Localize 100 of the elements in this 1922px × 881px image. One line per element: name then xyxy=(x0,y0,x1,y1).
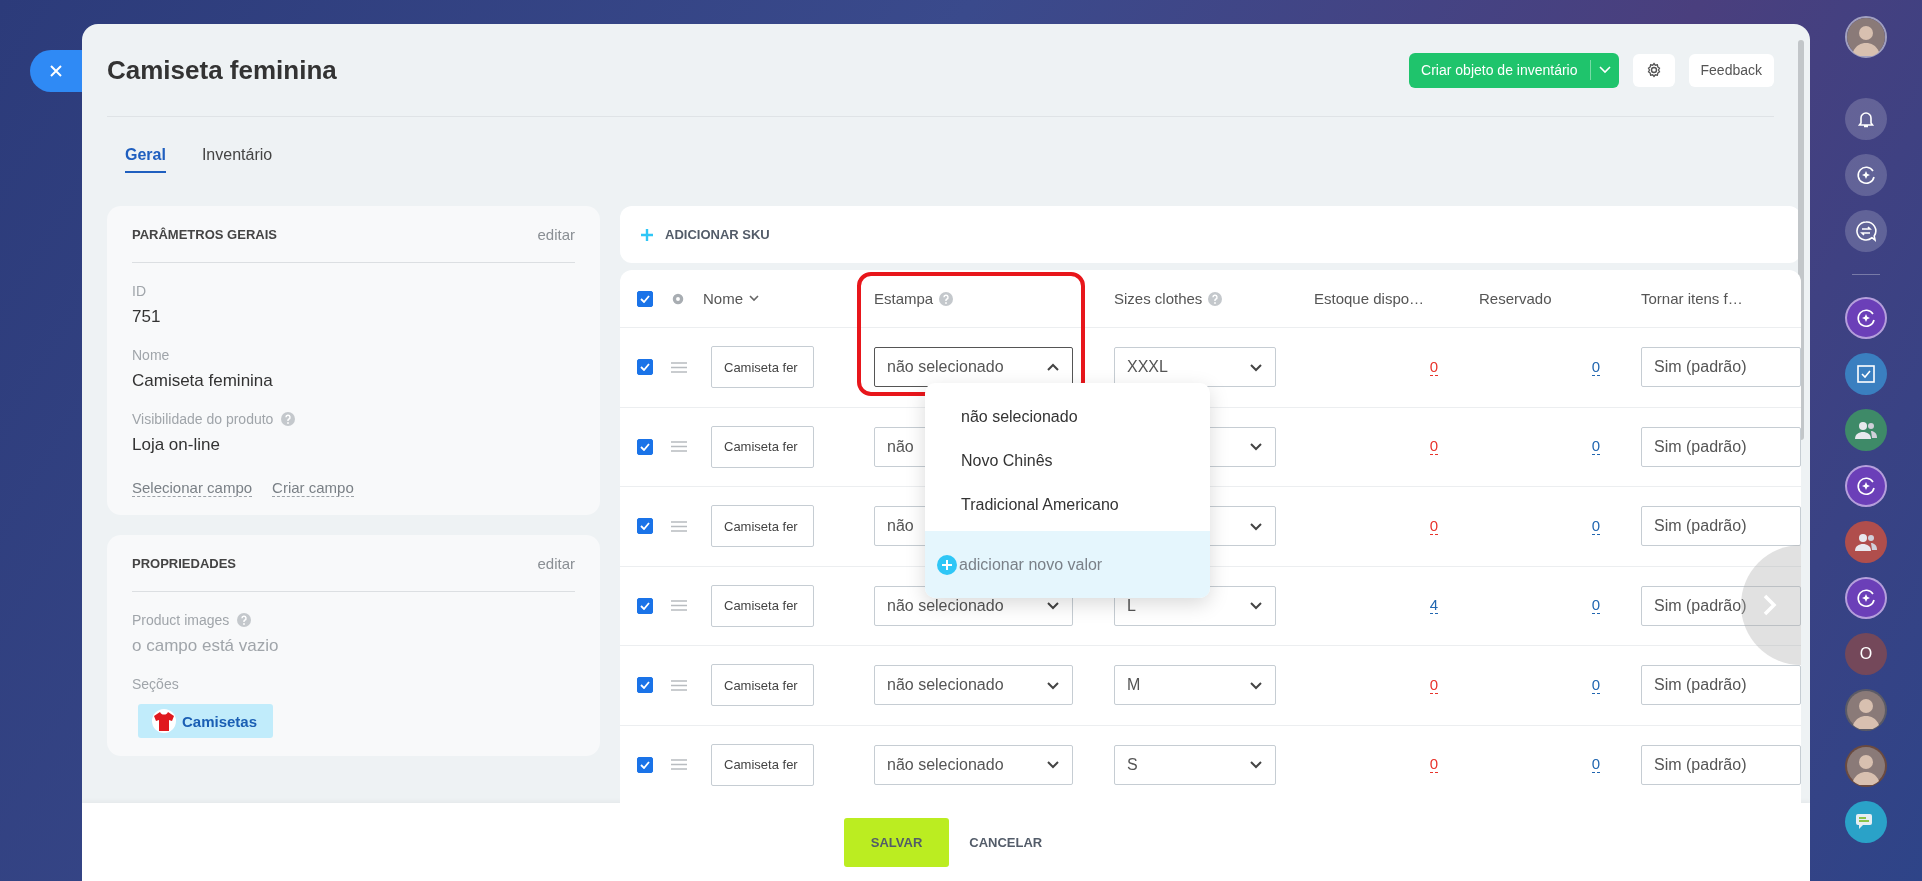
drag-handle-icon[interactable] xyxy=(671,600,687,612)
sidebar-app[interactable] xyxy=(1845,297,1887,339)
feedback-button[interactable]: Feedback xyxy=(1688,53,1774,87)
chevron-icon xyxy=(1046,601,1060,611)
name-input[interactable]: Camiseta fer xyxy=(711,425,814,468)
swirl-icon xyxy=(1855,475,1877,497)
field-label: Product images xyxy=(132,612,230,628)
avatar-icon xyxy=(1847,18,1885,56)
reserved-link[interactable]: 0 xyxy=(1591,438,1600,456)
swirl-icon xyxy=(1855,164,1877,186)
size-select[interactable]: M xyxy=(1114,665,1276,706)
chat-arrows-icon xyxy=(1855,220,1877,242)
field-label: Nome xyxy=(132,347,170,363)
drag-handle-icon[interactable] xyxy=(671,361,687,373)
chevron-right-icon xyxy=(1763,594,1777,616)
sidebar-app[interactable] xyxy=(1845,465,1887,507)
column-header[interactable]: Tornar itens f… xyxy=(1641,290,1743,307)
tab[interactable]: Inventário xyxy=(201,139,273,173)
drag-handle-icon[interactable] xyxy=(671,441,687,453)
available-select[interactable]: Sim (padrão) xyxy=(1641,665,1801,706)
available-select[interactable]: Sim (padrão) xyxy=(1641,426,1801,467)
row-checkbox[interactable] xyxy=(637,677,653,694)
user-avatar[interactable] xyxy=(1845,16,1887,58)
sidebar-app[interactable] xyxy=(1845,577,1887,619)
stock-link[interactable]: 4 xyxy=(1429,597,1438,615)
dropdown-option[interactable]: Tradicional Americano xyxy=(925,483,1210,527)
sidebar-app[interactable] xyxy=(1845,801,1887,843)
reserved-link[interactable]: 0 xyxy=(1591,676,1600,694)
print-select[interactable]: não selecionado xyxy=(874,744,1073,785)
bell-icon xyxy=(1856,109,1876,129)
name-input[interactable]: Camiseta fer xyxy=(711,664,814,707)
page-title: Camiseta feminina xyxy=(107,54,338,86)
name-input[interactable]: Camiseta fer xyxy=(711,505,814,548)
sidebar-app[interactable] xyxy=(1845,689,1887,731)
sidebar-button[interactable] xyxy=(1845,154,1887,196)
card-title: PROPRIEDADES xyxy=(132,555,237,571)
chevron-icon xyxy=(1249,521,1263,531)
reserved-link[interactable]: 0 xyxy=(1591,756,1600,774)
drag-handle-icon[interactable] xyxy=(671,520,687,532)
reserved-link[interactable]: 0 xyxy=(1591,517,1600,535)
name-input[interactable]: Camiseta fer xyxy=(711,743,814,786)
check-icon xyxy=(640,522,650,531)
field-label: Visibilidade do produto xyxy=(132,411,274,427)
sidebar-app[interactable] xyxy=(1845,521,1887,563)
column-header[interactable]: Sizes clothes xyxy=(1114,290,1203,307)
drag-handle-icon[interactable] xyxy=(671,759,687,771)
available-select[interactable]: Sim (padrão) xyxy=(1641,585,1801,626)
row-checkbox[interactable] xyxy=(637,756,653,773)
chevron-icon xyxy=(1249,442,1263,452)
available-select[interactable]: Sim (padrão) xyxy=(1641,347,1801,388)
column-header[interactable]: Estoque dispo… xyxy=(1314,290,1425,307)
caret-icon xyxy=(1598,66,1611,74)
stock-link[interactable]: 0 xyxy=(1429,517,1438,535)
select-all-checkbox[interactable] xyxy=(637,290,653,307)
tab[interactable]: Geral xyxy=(125,139,166,173)
chevron-icon xyxy=(1249,601,1263,611)
sidebar-button[interactable] xyxy=(1845,98,1887,140)
column-header[interactable]: Estampa xyxy=(874,290,934,307)
row-checkbox[interactable] xyxy=(637,359,653,376)
name-input[interactable]: Camiseta fer xyxy=(711,346,814,389)
sidebar-app[interactable] xyxy=(1845,353,1887,395)
stock-link[interactable]: 0 xyxy=(1429,676,1438,694)
column-header[interactable]: Reservado xyxy=(1479,290,1552,307)
drag-handle-icon[interactable] xyxy=(671,679,687,691)
stock-link[interactable]: 0 xyxy=(1429,438,1438,456)
row-checkbox[interactable] xyxy=(637,518,653,535)
checkbox-icon xyxy=(1856,364,1876,384)
add-value-button[interactable]: adicionar novo valor xyxy=(925,531,1210,598)
chevron-icon xyxy=(1249,760,1263,770)
settings-button[interactable] xyxy=(1632,53,1675,87)
cancel-button[interactable]: CANCELAR xyxy=(963,833,1049,851)
dropdown-option[interactable]: Novo Chinês xyxy=(925,439,1210,483)
check-icon xyxy=(640,294,650,303)
column-header[interactable]: Nome xyxy=(703,290,743,307)
available-select[interactable]: Sim (padrão) xyxy=(1641,506,1801,547)
save-button[interactable]: SALVAR xyxy=(843,817,950,867)
sidebar-app[interactable]: O xyxy=(1845,633,1887,675)
section-chip[interactable]: Camisetas xyxy=(138,704,274,738)
reserved-link[interactable]: 0 xyxy=(1591,597,1600,615)
dropdown-option[interactable]: não selecionado xyxy=(925,395,1210,439)
row-checkbox[interactable] xyxy=(637,438,653,455)
field-link[interactable]: Criar campo xyxy=(272,479,354,497)
sidebar-app[interactable] xyxy=(1845,745,1887,787)
size-select[interactable]: S xyxy=(1114,744,1276,785)
sidebar-button[interactable] xyxy=(1845,210,1887,252)
sidebar-app[interactable] xyxy=(1845,409,1887,451)
reserved-link[interactable]: 0 xyxy=(1591,358,1600,376)
add-sku-button[interactable]: ADICIONAR SKU xyxy=(635,226,776,243)
field-link[interactable]: Selecionar campo xyxy=(132,479,253,497)
close-button[interactable] xyxy=(30,50,82,92)
available-select[interactable]: Sim (padrão) xyxy=(1641,744,1801,785)
row-checkbox[interactable] xyxy=(637,597,653,614)
name-input[interactable]: Camiseta fer xyxy=(711,584,814,627)
swirl-icon xyxy=(1855,307,1877,329)
chevron-icon xyxy=(1046,362,1060,372)
print-select[interactable]: não selecionado xyxy=(874,665,1073,706)
people-icon xyxy=(1854,420,1878,440)
stock-link[interactable]: 0 xyxy=(1429,358,1438,376)
stock-link[interactable]: 0 xyxy=(1429,756,1438,774)
field-value: Camiseta feminina xyxy=(132,371,274,391)
